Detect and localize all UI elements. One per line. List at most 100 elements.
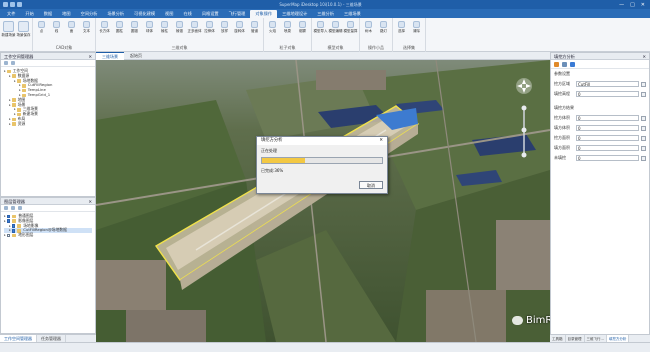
- ribbon-button[interactable]: 喷泉: [281, 21, 294, 34]
- expand-toggle-icon[interactable]: ▸: [4, 69, 6, 74]
- visibility-checkbox[interactable]: [6, 214, 11, 219]
- ribbon-button[interactable]: 棱柱: [158, 21, 171, 34]
- ribbon-button[interactable]: 圆柱: [113, 21, 126, 34]
- expand-toggle-icon[interactable]: ▸: [9, 122, 11, 127]
- ribbon-button[interactable]: 选择: [395, 21, 408, 34]
- tab-scene[interactable]: 三维场景: [96, 51, 124, 60]
- expand-toggle-icon[interactable]: ▸: [9, 228, 11, 233]
- menu-tab[interactable]: 飞行管理: [224, 10, 251, 18]
- settings-icon[interactable]: [570, 61, 575, 67]
- ribbon-button[interactable]: 圆锥: [128, 21, 141, 34]
- menu-tab[interactable]: 空间分析: [76, 10, 103, 18]
- field-input[interactable]: 0: [576, 155, 639, 161]
- ribbon-button[interactable]: 文本: [80, 21, 93, 34]
- folder-icon: [12, 214, 17, 219]
- expand-toggle-icon[interactable]: ▸: [9, 74, 11, 79]
- maximize-button[interactable]: □: [630, 2, 635, 8]
- minimize-button[interactable]: —: [619, 2, 624, 8]
- menu-tab[interactable]: 三维地理设计: [277, 10, 312, 18]
- ribbon-button[interactable]: 正多面体: [188, 21, 202, 34]
- tab-start-page[interactable]: 起始页: [124, 52, 148, 60]
- expand-toggle-icon[interactable]: ▸: [14, 79, 16, 84]
- field-action-button[interactable]: [641, 155, 646, 161]
- ribbon-button[interactable]: 球体: [143, 21, 156, 34]
- field-input[interactable]: 0: [576, 135, 639, 141]
- tree-row[interactable]: ▸ 资源: [4, 121, 92, 127]
- field-input[interactable]: 0: [576, 115, 639, 121]
- new-icon[interactable]: [11, 61, 15, 65]
- ribbon-button[interactable]: 烟雾: [296, 21, 309, 34]
- menu-tab[interactable]: 三维场景: [339, 10, 366, 18]
- ribbon-button[interactable]: 新建场景: [2, 21, 16, 38]
- menu-tab[interactable]: 场景分析: [102, 10, 129, 18]
- menu-tab[interactable]: 在线: [178, 10, 196, 18]
- menu-tab[interactable]: 可视化建模: [129, 10, 160, 18]
- dialog-close-icon[interactable]: ✕: [379, 137, 383, 145]
- cancel-button[interactable]: 取消: [359, 181, 383, 189]
- save-icon[interactable]: [3, 2, 8, 7]
- ribbon-button[interactable]: 路灯: [377, 21, 390, 34]
- field-row: 未填挖 0: [551, 153, 649, 163]
- scene-viewport[interactable]: [96, 60, 550, 342]
- field-action-button[interactable]: [641, 91, 646, 97]
- menu-tab[interactable]: 风格设置: [197, 10, 224, 18]
- draw-region-icon[interactable]: [554, 61, 559, 67]
- ribbon-button[interactable]: 模型编辑: [329, 21, 343, 34]
- expand-toggle-icon[interactable]: ▸: [4, 233, 6, 238]
- visibility-checkbox[interactable]: [6, 219, 11, 223]
- ribbon-button[interactable]: 拉伸体: [203, 21, 216, 34]
- clear-icon[interactable]: [562, 61, 567, 67]
- visibility-checkbox[interactable]: [11, 224, 16, 228]
- field-action-button[interactable]: [641, 115, 646, 121]
- ribbon-button-icon: [146, 21, 153, 28]
- undo-icon[interactable]: [10, 2, 15, 7]
- ribbon-button[interactable]: 面: [65, 21, 78, 34]
- field-input[interactable]: 0: [576, 125, 639, 131]
- field-input[interactable]: CutFill: [576, 81, 639, 87]
- tree-row[interactable]: ▸ 地形图层: [4, 232, 92, 238]
- visibility-checkbox[interactable]: [11, 229, 16, 233]
- remove-layer-icon[interactable]: [11, 206, 15, 210]
- expand-toggle-icon[interactable]: ▸: [4, 219, 6, 224]
- ribbon-button[interactable]: 旋转体: [233, 21, 246, 34]
- menu-tab[interactable]: 地图: [57, 10, 75, 18]
- menu-tab[interactable]: 开始: [20, 10, 38, 18]
- menu-tab[interactable]: 文件: [2, 10, 20, 18]
- ribbon-button[interactable]: 树木: [362, 21, 375, 34]
- field-action-button[interactable]: [641, 135, 646, 141]
- panel-close-icon[interactable]: ✕: [88, 198, 92, 204]
- ribbon-button[interactable]: 模型导入: [314, 21, 328, 34]
- visibility-checkbox[interactable]: [6, 233, 11, 238]
- ribbon-button[interactable]: 长方体: [98, 21, 111, 34]
- ribbon-button[interactable]: 火焰: [266, 21, 279, 34]
- panel-close-icon[interactable]: ✕: [88, 53, 92, 59]
- right-bottom-tabs: 工具箱 目录管理 三维飞行... 填挖方分析: [550, 334, 650, 343]
- panel-close-icon[interactable]: ✕: [642, 53, 646, 59]
- ribbon-button-label: 旋转体: [234, 29, 245, 33]
- field-input[interactable]: 0: [576, 91, 639, 97]
- expand-toggle-icon[interactable]: ▸: [9, 103, 11, 108]
- open-icon[interactable]: [4, 61, 8, 65]
- ribbon-button-label: 面: [69, 29, 74, 33]
- ribbon-button[interactable]: 棱锥: [173, 21, 186, 34]
- menu-tab[interactable]: 视图: [160, 10, 178, 18]
- field-action-button[interactable]: [641, 145, 646, 151]
- ribbon-button[interactable]: 线: [50, 21, 63, 34]
- expand-toggle-icon[interactable]: ▸: [14, 112, 16, 117]
- ribbon-button[interactable]: 放样: [218, 21, 231, 34]
- add-layer-icon[interactable]: [4, 206, 8, 210]
- ribbon-button[interactable]: 清除: [410, 21, 423, 34]
- menu-tab[interactable]: 对象操作: [250, 10, 278, 18]
- field-input[interactable]: 0: [576, 145, 639, 151]
- ribbon-button[interactable]: 模型量算: [344, 21, 358, 34]
- ribbon-button[interactable]: 管道: [248, 21, 261, 34]
- ribbon-button-icon: [68, 21, 75, 28]
- ribbon-button[interactable]: 点: [35, 21, 48, 34]
- menu-tab[interactable]: 数据: [39, 10, 57, 18]
- field-action-button[interactable]: [641, 125, 646, 131]
- ribbon-button[interactable]: 场景保存: [17, 21, 31, 38]
- field-action-button[interactable]: [641, 81, 646, 87]
- menu-tab[interactable]: 三维分析: [312, 10, 339, 18]
- up-icon[interactable]: [18, 206, 22, 210]
- close-button[interactable]: ✕: [641, 2, 645, 8]
